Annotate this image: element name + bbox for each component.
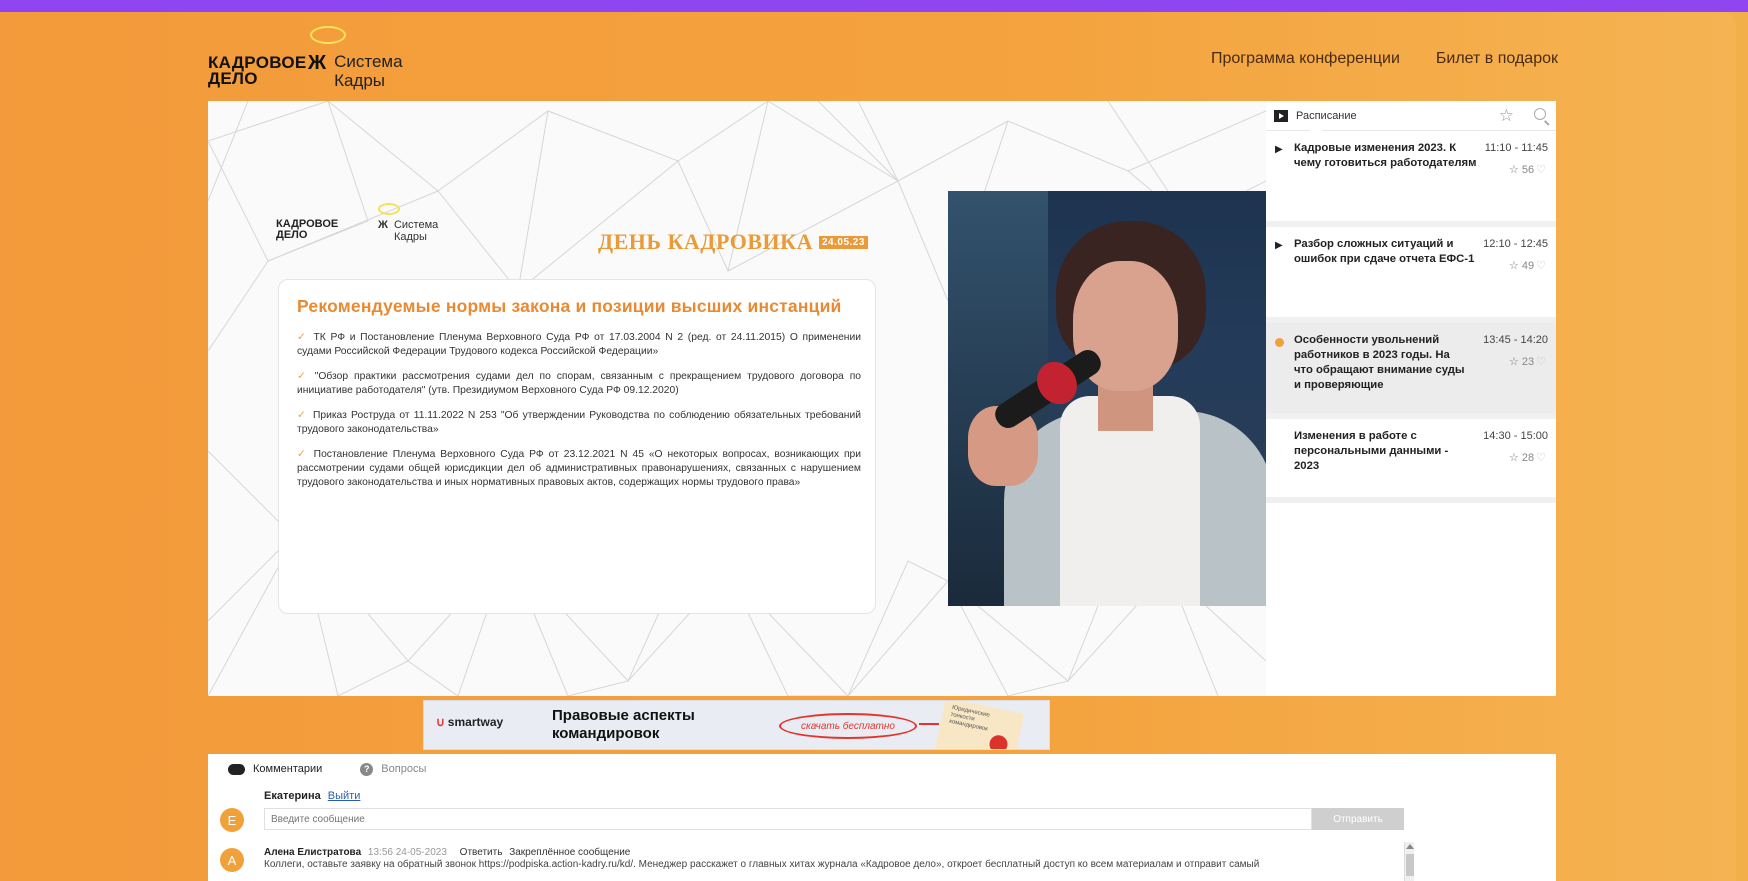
- current-user-avatar: Е: [220, 808, 244, 832]
- search-icon[interactable]: [1534, 108, 1546, 120]
- brand-kadrovoe-delo: КАДРОВОЕ ДЕЛО: [208, 53, 307, 88]
- comment-author: Алена Елистратова: [264, 847, 362, 858]
- question-icon: ?: [360, 762, 374, 776]
- play-icon: ▶: [1275, 144, 1283, 155]
- card-item: ✓ "Обзор практики рассмотрения судами дел…: [297, 371, 861, 396]
- logout-link[interactable]: Выйти: [328, 790, 361, 802]
- comment-timestamp: 13:56 24-05-2023: [367, 847, 447, 858]
- schedule-item-time: 12:10 - 12:45: [1483, 238, 1548, 250]
- nav-program-link[interactable]: Программа конференции: [1211, 50, 1400, 68]
- scroll-up-icon[interactable]: [1406, 844, 1414, 849]
- scroll-thumb[interactable]: [1406, 854, 1414, 876]
- banner-headline: Правовые аспекты командировок: [552, 707, 695, 742]
- favorite-star-icon[interactable]: ☆: [1499, 106, 1514, 126]
- check-icon: ✓: [297, 449, 308, 460]
- smartway-logo: ∪ smartway: [436, 715, 504, 729]
- heart-icon: ♡: [1536, 452, 1546, 464]
- speaker-video-feed: [948, 191, 1266, 606]
- schedule-item-likes[interactable]: ☆ 28 ♡: [1509, 451, 1546, 464]
- video-player[interactable]: КАДРОВОЕ ДЕЛО Ж Система Кадры ДЕНЬ КАДРОВ…: [208, 101, 1266, 696]
- tab-questions[interactable]: ? Вопросы: [360, 762, 426, 776]
- schedule-item-live[interactable]: Особенности увольнений работников в 2023…: [1266, 323, 1556, 419]
- message-input[interactable]: [264, 808, 1312, 830]
- comments-tabs: Комментарии ? Вопросы: [208, 754, 1556, 784]
- download-icon: [987, 733, 1010, 749]
- card-item: ✓ Приказ Роструда от 11.11.2022 N 253 "Об…: [297, 410, 861, 435]
- slide-card: Рекомендуемые нормы закона и позиции выс…: [278, 279, 876, 614]
- chat-bubble-icon: [228, 763, 245, 775]
- top-nav: Программа конференции Билет в подарок: [1211, 50, 1558, 68]
- card-item: ✓ ТК РФ и Постановление Пленума Верховног…: [297, 332, 861, 357]
- current-user-name: Екатерина: [264, 790, 321, 802]
- smartway-mark-icon: ∪: [436, 715, 445, 729]
- check-icon: ✓: [297, 332, 308, 343]
- slide-title: ДЕНЬ КАДРОВИКА 24.05.23: [598, 229, 868, 255]
- schedule-item-title: Особенности увольнений работников в 2023…: [1294, 334, 1465, 391]
- schedule-item[interactable]: Изменения в работе с персональными данны…: [1266, 419, 1556, 503]
- slide-sk-line2: Кадры: [393, 231, 427, 243]
- schedule-item-likes[interactable]: ☆ 23 ♡: [1509, 355, 1546, 368]
- check-icon: ✓: [297, 410, 307, 421]
- slide-speech-bubble-icon: [378, 203, 400, 215]
- speech-bubble-icon: [310, 26, 346, 44]
- heart-icon: ♡: [1536, 164, 1546, 176]
- magazine-cover: Юридические тонкости командировок: [933, 701, 1025, 749]
- check-icon: ✓: [297, 371, 309, 382]
- slide-logo-kd: КАДРОВОЕ ДЕЛО: [276, 218, 339, 241]
- site-logo[interactable]: КАДРОВОЕ ДЕЛО Ж Система Кадры: [208, 26, 403, 90]
- schedule-item[interactable]: ▶ Кадровые изменения 2023. К чему готови…: [1266, 131, 1556, 227]
- heart-icon: ♡: [1536, 356, 1546, 368]
- ad-banner[interactable]: ∪ smartway Правовые аспекты командировок …: [423, 700, 1050, 750]
- comments-section: Комментарии ? Вопросы Е Екатерина Выйти …: [208, 754, 1556, 881]
- live-dot-icon: [1275, 338, 1284, 347]
- brand-sk-line1: Система: [334, 52, 403, 71]
- schedule-item-title: Кадровые изменения 2023. К чему готовить…: [1294, 142, 1477, 169]
- star-icon: ☆: [1509, 260, 1519, 272]
- pinned-label: Закреплённое сообщение: [509, 847, 631, 858]
- star-icon: ☆: [1509, 452, 1519, 464]
- star-icon: ☆: [1509, 356, 1519, 368]
- slide-title-text: ДЕНЬ КАДРОВИКА: [598, 229, 813, 254]
- comments-scrollbar[interactable]: [1404, 842, 1414, 881]
- slide-logo-sk: Ж Система Кадры: [378, 203, 439, 243]
- schedule-item[interactable]: ▶ Разбор сложных ситуаций и ошибок при с…: [1266, 227, 1556, 323]
- send-button[interactable]: Отправить: [1312, 808, 1404, 830]
- comment-avatar: А: [220, 848, 244, 872]
- brand-sistema-kadry: Ж Система Кадры: [308, 26, 403, 90]
- schedule-item-time: 14:30 - 15:00: [1483, 430, 1548, 442]
- comment-item: Алена Елистратова 13:56 24-05-2023 Ответ…: [264, 847, 1394, 871]
- heart-icon: ♡: [1536, 260, 1546, 272]
- play-icon: ▶: [1275, 240, 1283, 251]
- schedule-header: Расписание ☆: [1266, 101, 1556, 139]
- download-free-button[interactable]: скачать бесплатно: [779, 713, 917, 739]
- card-item: ✓ Постановление Пленума Верховного Суда Р…: [297, 449, 861, 488]
- schedule-item-time: 13:45 - 14:20: [1483, 334, 1548, 346]
- schedule-panel: Расписание ☆ ▶ Кадровые изменения 2023. …: [1266, 101, 1556, 696]
- schedule-item-title: Изменения в работе с персональными данны…: [1294, 430, 1449, 472]
- schedule-item-likes[interactable]: ☆ 56 ♡: [1509, 163, 1546, 176]
- slide-sk-line1: Система: [393, 219, 439, 231]
- current-user: Екатерина Выйти: [264, 790, 360, 802]
- schedule-title: Расписание: [1296, 109, 1357, 122]
- slide-date-badge: 24.05.23: [819, 235, 868, 249]
- card-heading: Рекомендуемые нормы закона и позиции выс…: [297, 296, 842, 316]
- slide-person-icon: Ж: [378, 219, 388, 231]
- film-icon: [1274, 109, 1288, 122]
- person-icon: Ж: [308, 26, 346, 75]
- tab-comments[interactable]: Комментарии: [228, 763, 322, 775]
- star-icon: ☆: [1509, 164, 1519, 176]
- brand-sk-line2: Кадры: [334, 71, 386, 90]
- schedule-item-title: Разбор сложных ситуаций и ошибок при сда…: [1294, 238, 1475, 265]
- schedule-item-likes[interactable]: ☆ 49 ♡: [1509, 259, 1546, 272]
- nav-gift-ticket-link[interactable]: Билет в подарок: [1436, 50, 1558, 68]
- slide-logo: КАДРОВОЕ ДЕЛО Ж Система Кадры: [276, 203, 439, 243]
- comment-text: Коллеги, оставьте заявку на обратный зво…: [264, 859, 1260, 870]
- arrow-icon: [919, 723, 939, 725]
- schedule-item-time: 11:10 - 11:45: [1484, 142, 1548, 154]
- reply-link[interactable]: Ответить: [460, 847, 503, 858]
